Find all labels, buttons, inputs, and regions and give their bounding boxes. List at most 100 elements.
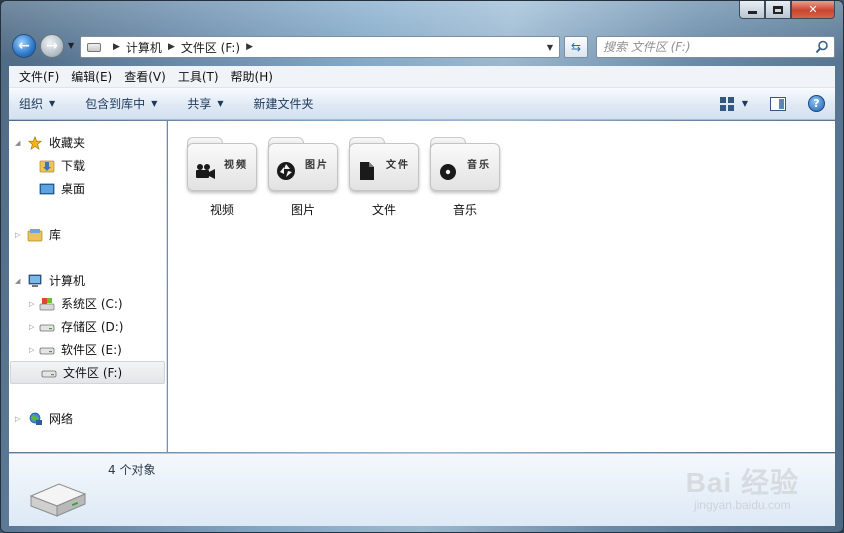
collapsed-triangle-icon[interactable]: ▷ xyxy=(29,300,34,308)
organize-label: 组织 xyxy=(19,97,44,111)
folder-label: 图片 xyxy=(290,203,315,217)
network-icon xyxy=(29,412,42,425)
command-bar-right: ▼ ? xyxy=(719,95,825,112)
menu-help[interactable]: 帮助(H) xyxy=(225,68,279,85)
share-button[interactable]: 共享 ▼ xyxy=(187,95,223,112)
include-in-library-button[interactable]: 包含到库中 ▼ xyxy=(85,95,157,112)
details-pane: 4 个对象 Bai 经验 jingyan.baidu.com xyxy=(9,453,835,526)
recent-pages-dropdown[interactable]: ▼ xyxy=(68,41,74,50)
hard-drive-icon xyxy=(41,370,57,377)
search-input[interactable] xyxy=(597,37,807,57)
sidebar-item-label: 存储区 (D:) xyxy=(61,320,124,334)
sidebar-item-drive-f[interactable]: 文件区 (F:) xyxy=(10,361,165,384)
sidebar-item-computer[interactable]: ◢ 计算机 xyxy=(9,269,166,292)
drive-icon xyxy=(87,42,101,52)
folder-music[interactable]: 音乐 音乐 xyxy=(429,137,501,218)
address-dropdown-icon[interactable]: ▼ xyxy=(547,43,553,52)
sidebar-item-desktop[interactable]: 桌面 xyxy=(9,177,166,200)
chevron-right-icon[interactable]: ▶ xyxy=(246,42,253,52)
collapsed-triangle-icon[interactable]: ▷ xyxy=(15,415,20,423)
folder-caption: 音乐 xyxy=(467,160,491,171)
sidebar-item-label: 软件区 (E:) xyxy=(61,343,122,357)
expanded-triangle-icon[interactable]: ◢ xyxy=(15,139,20,147)
system-drive-icon xyxy=(39,297,55,310)
new-folder-button[interactable]: 新建文件夹 xyxy=(254,95,314,112)
sidebar-item-libraries[interactable]: ▷ 库 xyxy=(9,223,166,246)
explorer-window: ✕ ← → ▼ ▶ 计算机 ▶ 文件区 (F:) ▶ ▼ ⇆ 搜索 文件区 (F… xyxy=(0,0,844,533)
folder-icon: 文件 xyxy=(349,137,419,191)
sidebar-item-downloads[interactable]: 下载 xyxy=(9,154,166,177)
close-icon: ✕ xyxy=(808,3,818,16)
sidebar-item-favorites[interactable]: ◢ 收藏夹 xyxy=(9,131,166,154)
hard-drive-icon xyxy=(39,347,55,354)
folder-pictures[interactable]: 图片 图片 xyxy=(267,137,339,218)
chevron-down-icon: ▼ xyxy=(49,99,56,108)
disc-icon xyxy=(440,164,456,180)
breadcrumb-drive-f[interactable]: 文件区 (F:) xyxy=(181,39,240,56)
menu-file[interactable]: 文件(F) xyxy=(13,68,65,85)
sidebar-item-network[interactable]: ▷ 网络 xyxy=(9,407,166,430)
folder-caption: 图片 xyxy=(305,160,329,171)
help-icon[interactable]: ? xyxy=(808,95,825,112)
organize-button[interactable]: 组织 ▼ xyxy=(19,95,55,112)
sidebar-item-label: 网络 xyxy=(49,412,74,426)
maximize-icon xyxy=(773,5,783,14)
collapsed-triangle-icon[interactable]: ▷ xyxy=(29,346,34,354)
aperture-icon xyxy=(277,162,295,180)
star-icon xyxy=(27,135,43,150)
sidebar-item-label: 计算机 xyxy=(49,274,86,288)
folder-label: 音乐 xyxy=(452,203,477,217)
document-icon xyxy=(360,162,374,180)
menu-view[interactable]: 查看(V) xyxy=(118,68,172,85)
breadcrumb-computer[interactable]: 计算机 xyxy=(126,39,162,56)
folder-video[interactable]: 视频 视频 xyxy=(186,137,258,218)
maximize-button[interactable] xyxy=(765,1,791,19)
refresh-icon: ⇆ xyxy=(570,40,582,54)
sidebar-item-label: 桌面 xyxy=(61,182,86,196)
hard-drive-icon xyxy=(39,324,55,331)
sidebar-item-label: 文件区 (F:) xyxy=(63,366,123,380)
chevron-right-icon[interactable]: ▶ xyxy=(113,42,120,52)
sidebar-item-drive-d[interactable]: ▷ 存储区 (D:) xyxy=(9,315,166,338)
collapsed-triangle-icon[interactable]: ▷ xyxy=(29,323,34,331)
sidebar-item-label: 收藏夹 xyxy=(49,136,86,150)
chevron-right-icon[interactable]: ▶ xyxy=(168,42,175,52)
view-options-dropdown[interactable]: ▼ xyxy=(742,99,748,108)
folder-caption: 视频 xyxy=(224,160,248,171)
menu-bar: 文件(F) 编辑(E) 查看(V) 工具(T) 帮助(H) xyxy=(9,66,835,88)
baidu-jingyan-watermark: Bai 经验 jingyan.baidu.com xyxy=(686,461,799,512)
folder-documents[interactable]: 文件 文件 xyxy=(348,137,420,218)
folder-label: 文件 xyxy=(371,203,396,217)
folder-icon: 视频 xyxy=(187,137,257,191)
navigation-pane: ◢ 收藏夹 下载 桌面 ▷ 库 ◢ 计算机 ▷ 系统区 (C:) ▷ 存储区 (… xyxy=(9,121,167,452)
expanded-triangle-icon[interactable]: ◢ xyxy=(15,277,20,285)
back-arrow-icon: ← xyxy=(18,38,30,54)
sidebar-item-drive-e[interactable]: ▷ 软件区 (E:) xyxy=(9,338,166,361)
sidebar-item-label: 系统区 (C:) xyxy=(61,297,123,311)
collapsed-triangle-icon[interactable]: ▷ xyxy=(15,231,20,239)
menu-edit[interactable]: 编辑(E) xyxy=(65,68,118,85)
address-bar[interactable]: ▶ 计算机 ▶ 文件区 (F:) ▶ ▼ xyxy=(80,36,560,58)
folder-icon: 音乐 xyxy=(430,137,500,191)
search-icon[interactable] xyxy=(815,40,829,54)
folder-caption: 文件 xyxy=(386,160,410,171)
search-box[interactable] xyxy=(596,36,835,58)
share-label: 共享 xyxy=(187,97,212,111)
minimize-button[interactable] xyxy=(739,1,765,19)
menu-tools[interactable]: 工具(T) xyxy=(172,68,225,85)
computer-icon xyxy=(28,274,42,287)
item-count: 4 个对象 xyxy=(108,463,156,477)
forward-button[interactable]: → xyxy=(40,34,64,58)
change-view-icon[interactable] xyxy=(719,96,734,111)
back-button[interactable]: ← xyxy=(12,34,36,58)
sidebar-item-label: 库 xyxy=(49,228,62,242)
refresh-button[interactable]: ⇆ xyxy=(564,36,588,58)
sidebar-item-drive-c[interactable]: ▷ 系统区 (C:) xyxy=(9,292,166,315)
chevron-down-icon: ▼ xyxy=(151,99,158,108)
desktop-icon xyxy=(39,183,55,194)
preview-pane-icon[interactable] xyxy=(770,96,786,111)
close-button[interactable]: ✕ xyxy=(791,1,835,19)
command-bar: 组织 ▼ 包含到库中 ▼ 共享 ▼ 新建文件夹 ▼ ? xyxy=(9,88,835,120)
sidebar-item-label: 下载 xyxy=(61,159,86,173)
watermark-logo: Bai 经验 xyxy=(685,467,799,498)
